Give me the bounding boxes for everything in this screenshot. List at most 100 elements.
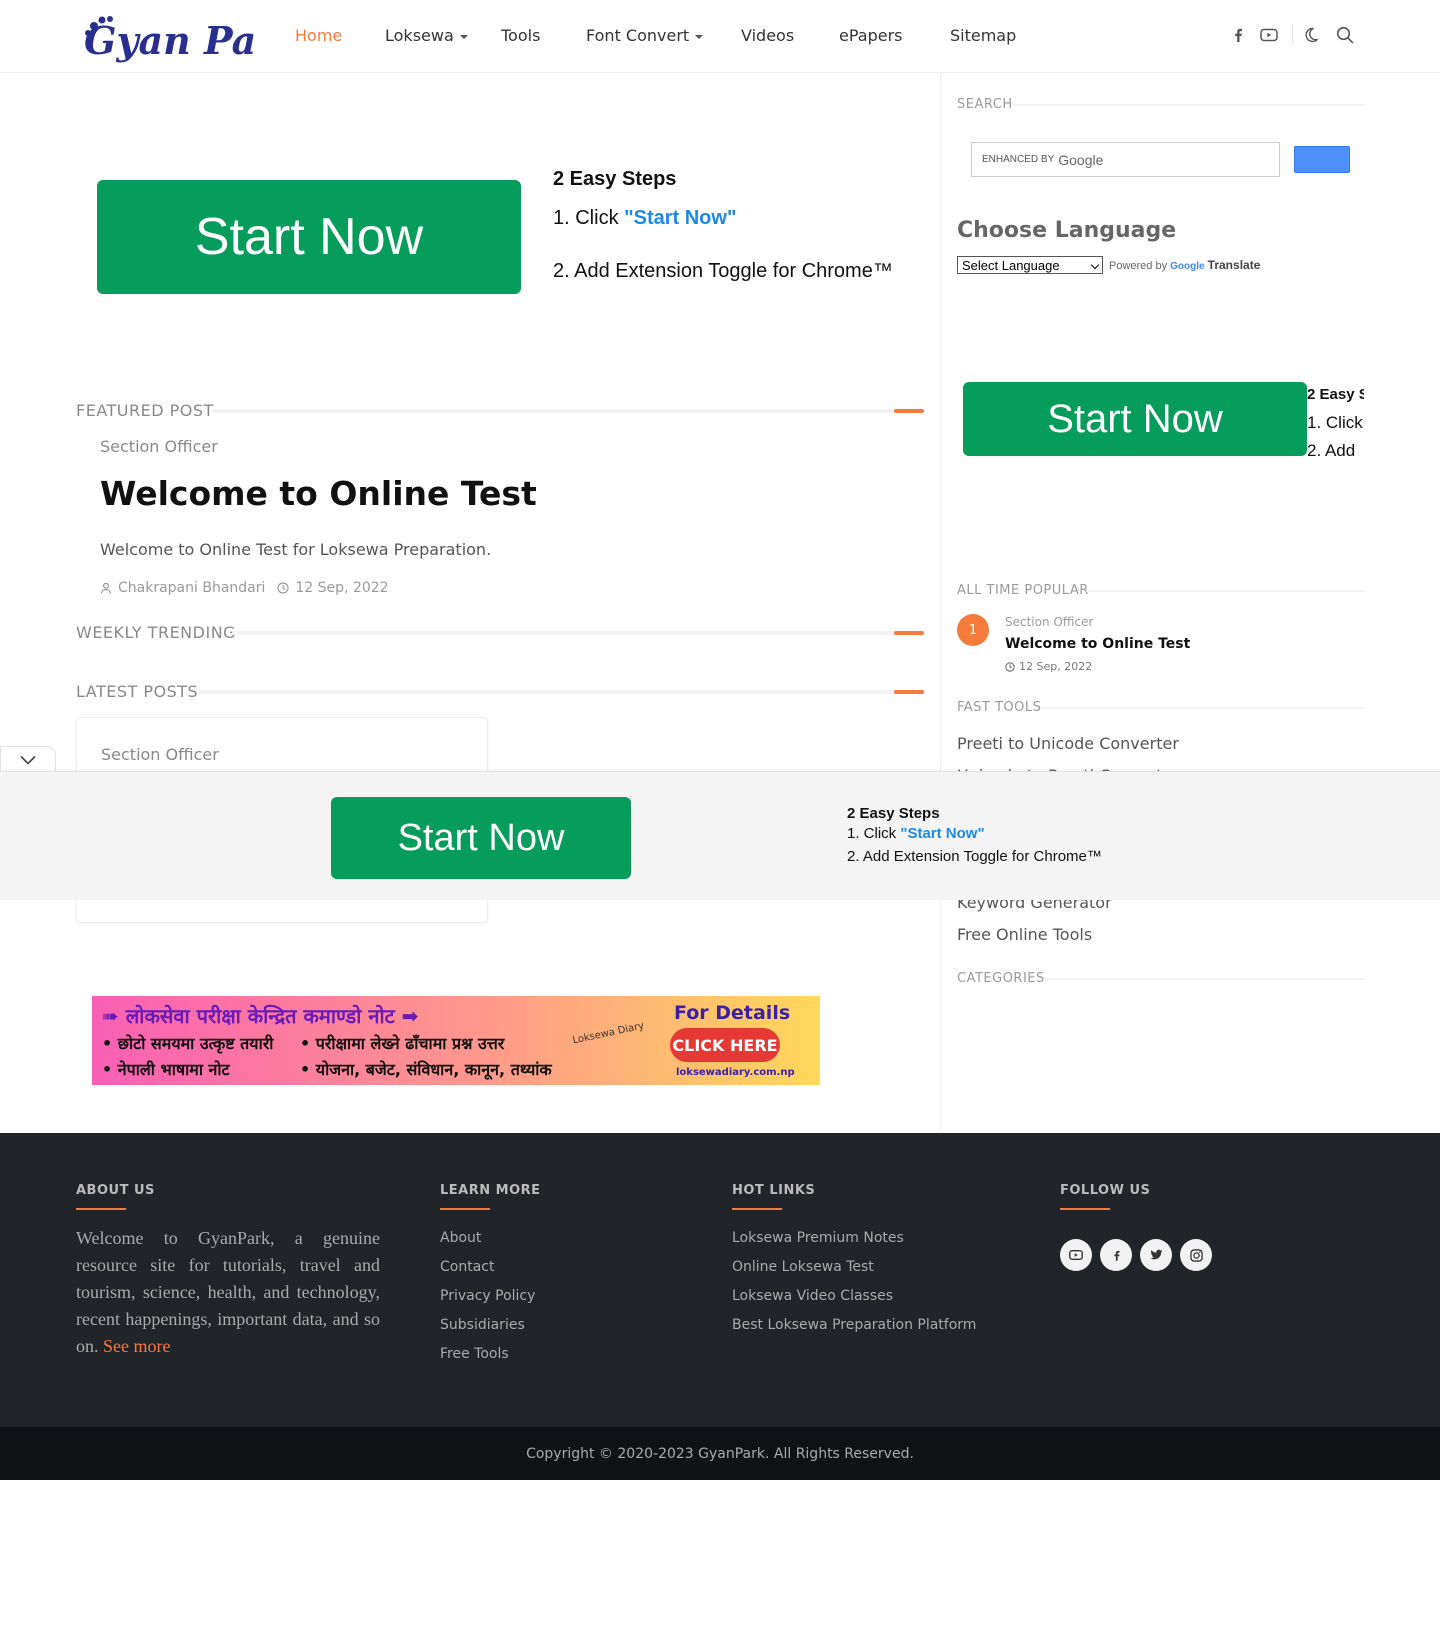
section-divider	[232, 631, 924, 635]
ad-step-1: 1. Click "Start Now"	[847, 825, 985, 842]
heading-underline	[732, 1208, 782, 1210]
ad-steps-title: 2 Easy Steps	[553, 168, 677, 190]
ad-step-2: 2. Add Extension Toggle for Chrome™	[847, 848, 1102, 865]
nav-home[interactable]: Home	[295, 26, 342, 45]
tool-link[interactable]: Free Online Tools	[957, 925, 1092, 944]
sticky-ad-steps: 2 Easy Steps 1. Click "Start Now" 2. Add…	[847, 803, 1102, 867]
hot-links-heading: HOT LINKS	[732, 1183, 816, 1198]
section-accent	[894, 409, 924, 413]
ad-steps: 2 Easy Steps 1. Click "Start Now" 2. Add…	[553, 168, 893, 283]
section-divider	[1045, 978, 1364, 980]
clock-icon	[277, 582, 289, 594]
ad-step-1: 1. Click "Start Now"	[553, 207, 737, 229]
fast-tools-heading: FAST TOOLS	[957, 700, 1042, 715]
logo-text: Gyan Park	[84, 18, 255, 63]
site-header: Gyan Park Home Loksewa Tools Font Conver…	[0, 0, 1440, 73]
see-more-link[interactable]: See more	[103, 1336, 170, 1356]
learn-more-heading: LEARN MORE	[440, 1183, 541, 1198]
google-translate-link[interactable]: Translate	[1208, 258, 1261, 272]
google-search-button[interactable]	[1294, 146, 1350, 173]
section-divider	[212, 409, 924, 413]
all-time-popular-heading: ALL TIME POPULAR	[957, 583, 1089, 598]
heading-underline	[440, 1208, 490, 1210]
ad-step-1-link[interactable]: "Start Now"	[624, 207, 736, 229]
ad-steps-title: 2 Easy S	[1307, 386, 1364, 403]
sticky-start-now-ad-button[interactable]: Start Now	[331, 797, 631, 879]
site-logo[interactable]: Gyan Park	[80, 10, 303, 64]
loksewa-diary-banner[interactable]: ➠ लोकसेवा परीक्षा केन्द्रित कमाण्डो नोट …	[92, 996, 820, 1085]
twitter-icon[interactable]	[1140, 1239, 1172, 1271]
start-now-ad-button[interactable]: Start Now	[97, 180, 521, 294]
chevron-down-icon	[20, 755, 36, 765]
section-divider	[198, 690, 924, 694]
footer-link-subsidiaries[interactable]: Subsidiaries	[440, 1317, 525, 1333]
banner-brand: Loksewa Diary	[571, 1020, 646, 1047]
ad-steps-title: 2 Easy Steps	[847, 805, 940, 822]
sidebar-start-now-ad-button[interactable]: Start Now	[963, 382, 1307, 456]
facebook-icon[interactable]	[1100, 1239, 1132, 1271]
footer-link-free-tools[interactable]: Free Tools	[440, 1346, 509, 1362]
post-title[interactable]: Welcome to Online Test	[100, 474, 537, 513]
nav-epapers[interactable]: ePapers	[839, 26, 903, 45]
clock-icon	[1005, 661, 1015, 672]
popular-post-category[interactable]: Section Officer	[1005, 615, 1093, 629]
footer-link-privacy-policy[interactable]: Privacy Policy	[440, 1288, 535, 1304]
google-search-input[interactable]: ENHANCED BY Google	[971, 142, 1280, 177]
banner-point: • नेपाली भाषामा नोट	[102, 1060, 230, 1079]
instagram-icon[interactable]	[1180, 1239, 1212, 1271]
post-date: 12 Sep, 2022	[295, 580, 389, 596]
section-accent	[894, 690, 924, 694]
nav-tools[interactable]: Tools	[501, 26, 540, 45]
nav-font-convert[interactable]: Font Convert	[586, 26, 704, 45]
chevron-down-icon	[1090, 260, 1100, 270]
post-meta: Chakrapani Bhandari 12 Sep, 2022	[100, 580, 389, 596]
post-category[interactable]: Section Officer	[100, 437, 218, 456]
collapse-ad-toggle[interactable]	[0, 746, 56, 772]
ad-step-2: 2. Add	[1307, 441, 1356, 460]
tool-link[interactable]: Preeti to Unicode Converter	[957, 734, 1179, 753]
hot-link[interactable]: Loksewa Video Classes	[732, 1288, 893, 1304]
section-accent	[894, 631, 924, 635]
sidebar-divider	[940, 73, 941, 1133]
ad-step-1-link[interactable]: "Start Now"	[900, 825, 984, 842]
search-icon[interactable]	[1334, 24, 1356, 46]
powered-by-google-translate: Powered by Google Translate	[1109, 258, 1261, 272]
footer-link-contact[interactable]: Contact	[440, 1259, 494, 1275]
about-us-heading: ABOUT US	[76, 1183, 155, 1198]
hot-link[interactable]: Online Loksewa Test	[732, 1259, 874, 1275]
nav-videos[interactable]: Videos	[741, 26, 794, 45]
follow-us-heading: FOLLOW US	[1060, 1183, 1151, 1198]
section-divider	[1040, 707, 1364, 709]
weekly-trending-heading: WEEKLY TRENDING	[76, 623, 237, 642]
banner-point: • योजना, बजेट, संविधान, कानून, तथ्यांक	[300, 1060, 552, 1079]
banner-point: • छोटो समयमा उत्कृष्ट तयारी	[102, 1034, 274, 1053]
hot-link[interactable]: Best Loksewa Preparation Platform	[732, 1317, 976, 1333]
copyright-bar: Copyright © 2020-2023 GyanPark. All Righ…	[0, 1427, 1440, 1480]
categories-heading: CATEGORIES	[957, 971, 1045, 986]
featured-post-heading: FEATURED POST	[76, 401, 214, 420]
ad-step-2: 2. Add Extension Toggle for Chrome™	[553, 260, 893, 282]
site-footer: ABOUT US Welcome to GyanPark, a genuine …	[0, 1133, 1440, 1427]
youtube-icon[interactable]	[1060, 1239, 1092, 1271]
facebook-icon[interactable]	[1227, 24, 1249, 46]
youtube-icon[interactable]	[1258, 24, 1280, 46]
popular-post-title[interactable]: Welcome to Online Test	[1005, 636, 1190, 652]
sticky-bottom-ad: Start Now 2 Easy Steps 1. Click "Start N…	[0, 771, 1440, 900]
popular-post-meta: 12 Sep, 2022	[1005, 660, 1092, 673]
footer-link-about[interactable]: About	[440, 1230, 481, 1246]
language-select[interactable]: Select Language	[957, 256, 1103, 274]
post-card-category[interactable]: Section Officer	[101, 745, 219, 764]
banner-click-here-button[interactable]: CLICK HERE	[670, 1028, 780, 1062]
latest-posts-heading: LATEST POSTS	[76, 682, 199, 701]
header-divider	[1292, 24, 1293, 46]
banner-point: • परीक्षामा लेख्ने ढाँचामा प्रश्न उत्तर	[300, 1034, 505, 1053]
hot-link[interactable]: Loksewa Premium Notes	[732, 1230, 904, 1246]
post-excerpt: Welcome to Online Test for Loksewa Prepa…	[100, 540, 492, 559]
copyright-text: Copyright © 2020-2023 GyanPark. All Righ…	[526, 1445, 914, 1462]
banner-url: loksewadiary.com.np	[676, 1067, 795, 1078]
nav-sitemap[interactable]: Sitemap	[950, 26, 1016, 45]
post-author[interactable]: Chakrapani Bhandari	[118, 580, 265, 596]
dark-mode-icon[interactable]	[1300, 24, 1322, 46]
popular-post-date: 12 Sep, 2022	[1019, 660, 1093, 673]
nav-loksewa[interactable]: Loksewa	[385, 26, 468, 45]
